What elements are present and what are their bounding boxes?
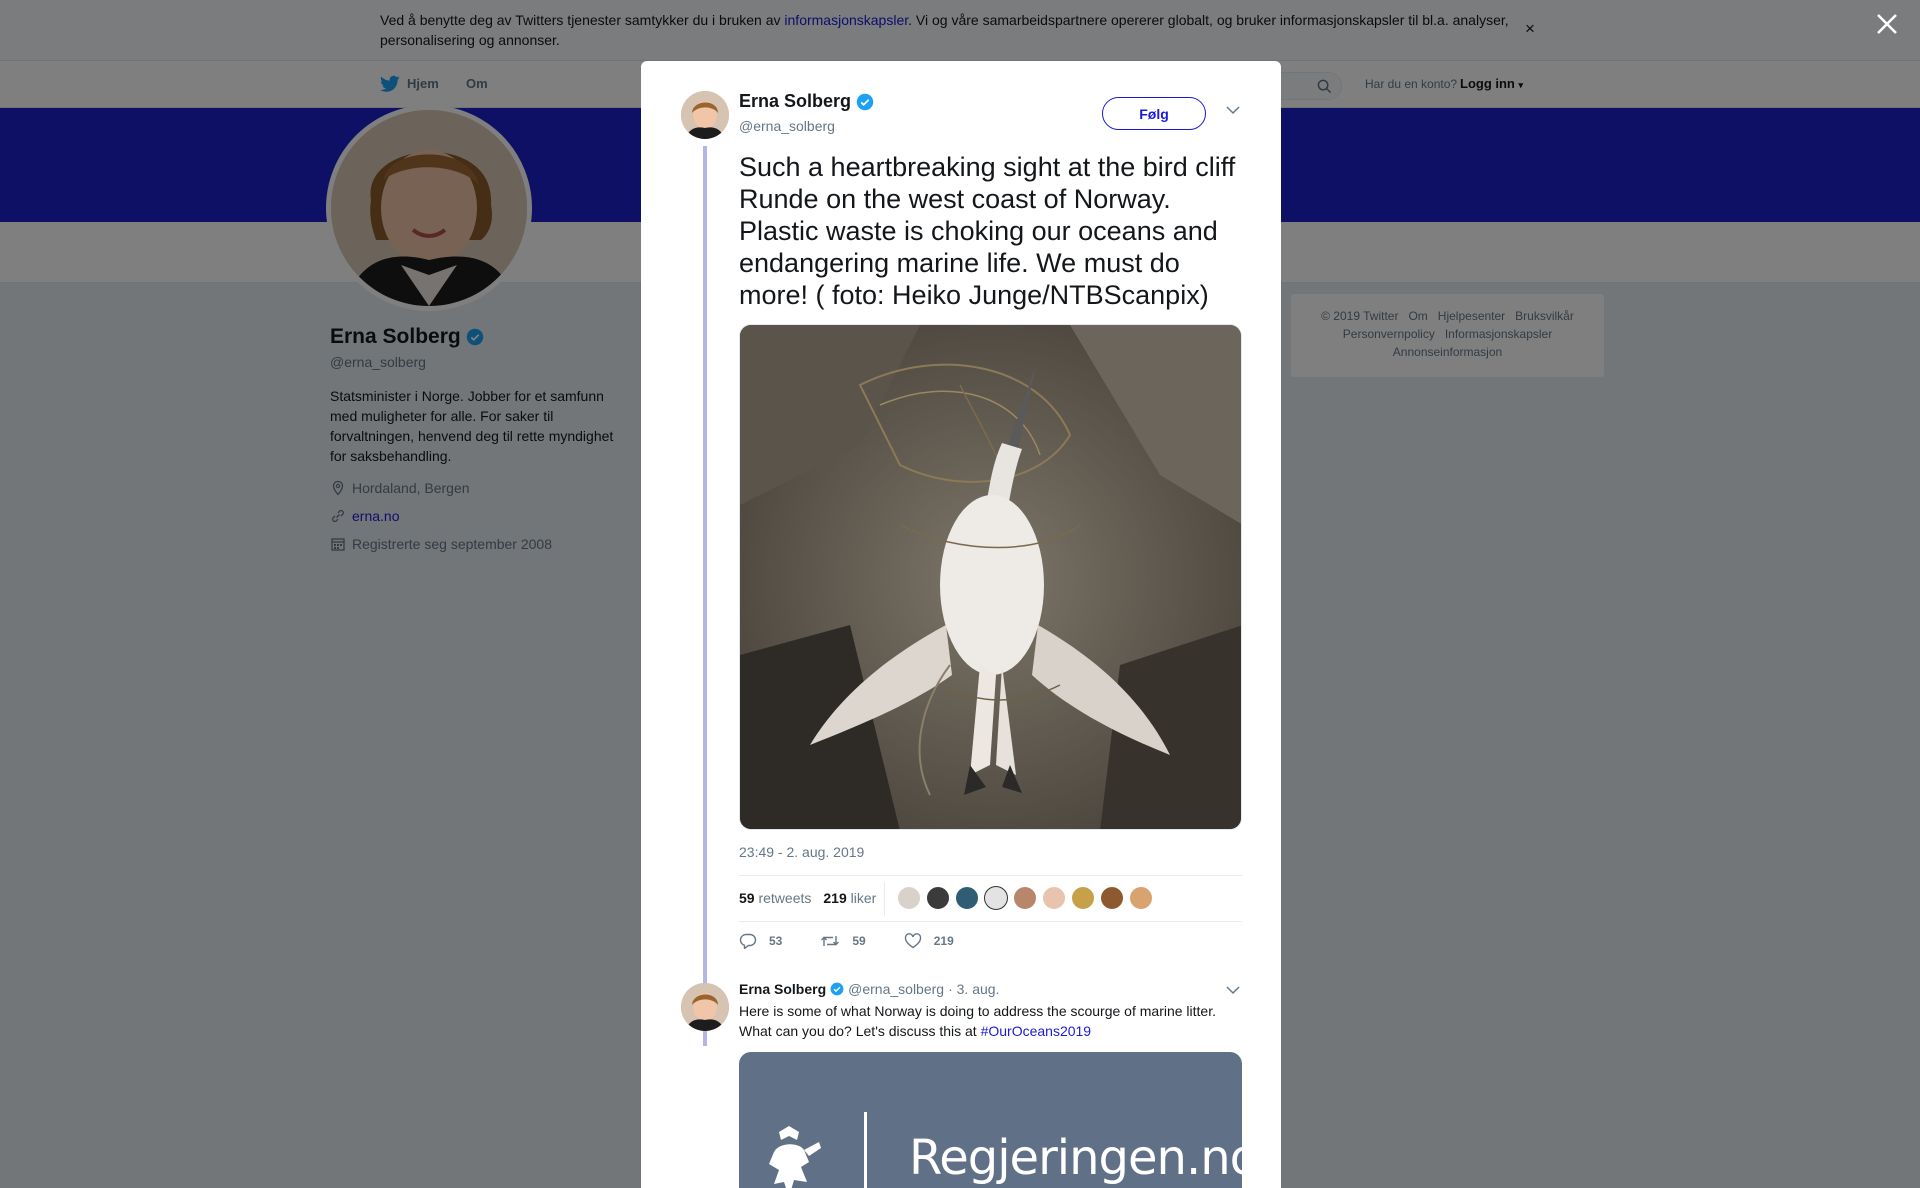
tweet-photo[interactable] (739, 324, 1242, 830)
liker-avatar[interactable] (1042, 886, 1066, 910)
reply-header: Erna Solberg @erna_solberg · 3. aug. (739, 981, 999, 997)
liker-avatar[interactable] (955, 886, 979, 910)
tweet-modal: Erna Solberg @erna_solberg Følg Such a h… (641, 61, 1281, 1188)
tweet-author-avatar[interactable] (681, 91, 729, 139)
stats-divider (884, 882, 885, 916)
heart-icon (904, 933, 921, 949)
reply-date[interactable]: · 3. aug. (948, 981, 999, 997)
hashtag-link[interactable]: #OurOceans2019 (981, 1023, 1092, 1039)
chevron-down-icon[interactable] (1225, 985, 1241, 995)
card-separator (864, 1112, 867, 1188)
liker-avatar[interactable] (926, 886, 950, 910)
liker-avatar[interactable] (1129, 886, 1153, 910)
chevron-down-icon[interactable] (1225, 105, 1241, 115)
liker-avatar[interactable] (897, 886, 921, 910)
tweet-author-name[interactable]: Erna Solberg (739, 91, 874, 112)
verified-badge-icon (856, 93, 874, 110)
reply-text: Here is some of what Norway is doing to … (739, 1003, 1216, 1039)
like-button[interactable]: 219 (904, 933, 954, 949)
card-site-name: Regjeringen.no (909, 1130, 1259, 1186)
tweet-stats: 59 retweets 219 liker (739, 875, 1242, 922)
retweets-stat[interactable]: 59 retweets (739, 890, 811, 906)
reply-button[interactable]: 53 (739, 933, 782, 949)
liker-avatar[interactable] (1071, 886, 1095, 910)
liker-avatar[interactable] (1013, 886, 1037, 910)
close-icon[interactable] (1874, 11, 1900, 37)
reply-author-name[interactable]: Erna Solberg (739, 981, 826, 997)
reply-author-avatar[interactable] (681, 983, 729, 1031)
tweet-actions: 53 59 219 (739, 933, 992, 949)
link-card[interactable]: Regjeringen.no (739, 1052, 1259, 1188)
tweet-timestamp[interactable]: 23:49 - 2. aug. 2019 (739, 844, 864, 860)
follow-button[interactable]: Følg (1102, 97, 1206, 130)
reply-icon (739, 933, 757, 949)
tweet-text: Such a heartbreaking sight at the bird c… (739, 152, 1236, 310)
retweet-button[interactable]: 59 (820, 933, 866, 949)
norway-lion-icon (769, 1126, 821, 1188)
liker-avatar[interactable] (1100, 886, 1124, 910)
reply-author-handle[interactable]: @erna_solberg (848, 981, 944, 997)
thread-line (703, 146, 707, 1046)
verified-badge-icon (830, 982, 844, 996)
likes-stat[interactable]: 219 liker (823, 890, 876, 906)
liker-avatar[interactable] (984, 886, 1008, 910)
retweet-icon (821, 936, 840, 946)
tweet-author-handle[interactable]: @erna_solberg (739, 118, 835, 134)
liker-avatars (897, 886, 1153, 910)
